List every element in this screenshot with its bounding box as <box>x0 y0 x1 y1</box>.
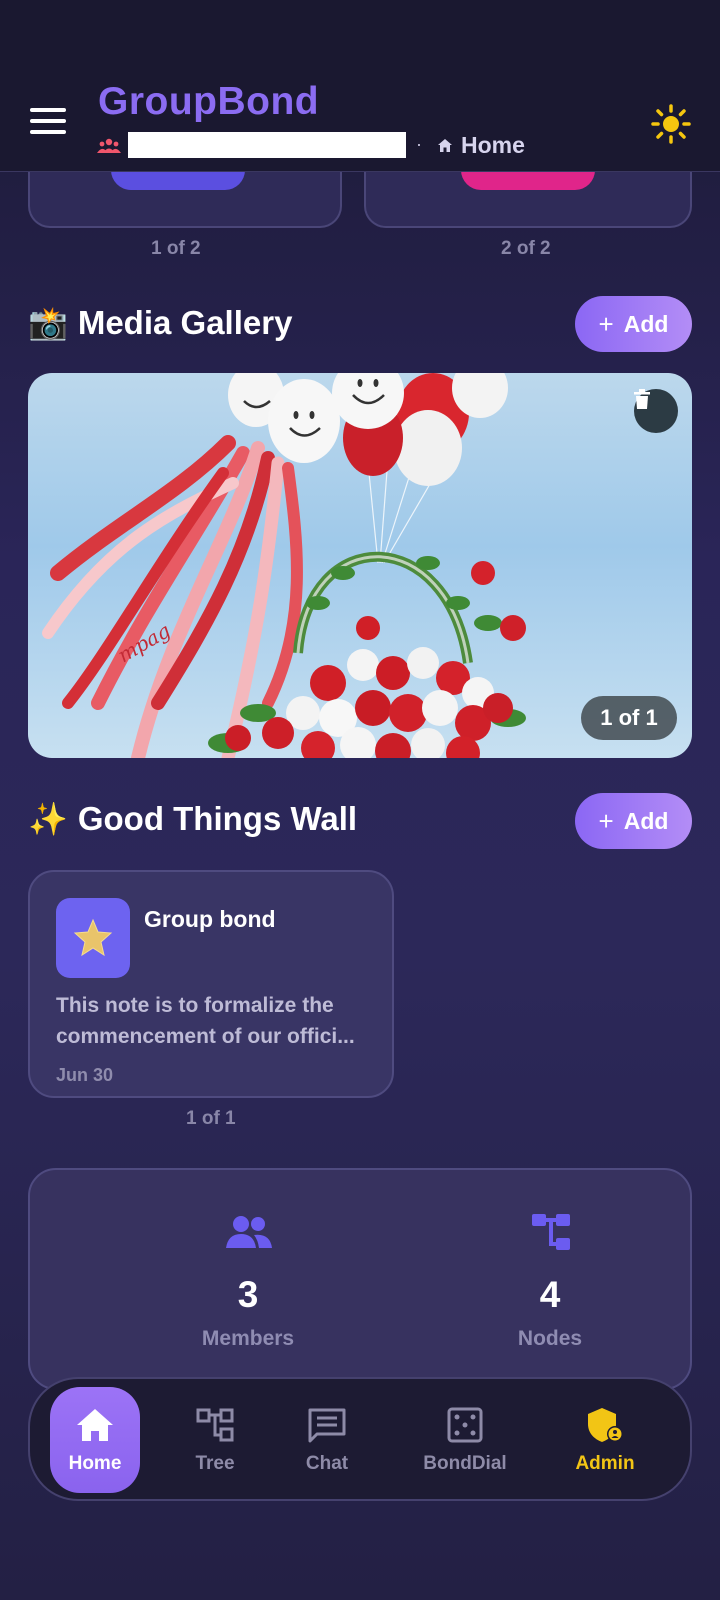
good-thing-date: Jun 30 <box>56 1065 114 1085</box>
group-icon <box>97 138 121 153</box>
delete-media-button[interactable] <box>634 389 678 433</box>
carousel-counter: 1 of 1 <box>186 1108 236 1129</box>
stat-value: 3 <box>237 1274 259 1315</box>
star-icon <box>56 898 130 978</box>
nav-label: Tree <box>195 1453 235 1474</box>
home-icon <box>438 139 452 152</box>
good-thing-text-line: This note is to formalize the <box>56 994 334 1017</box>
nav-label: Chat <box>305 1453 349 1474</box>
good-thing-title: Group bond <box>144 906 276 932</box>
media-image[interactable]: mpag 1 of 1 <box>28 373 692 758</box>
add-label: Add <box>623 807 669 834</box>
media-counter: 1 of 1 <box>581 696 677 740</box>
menu-bar <box>30 108 66 112</box>
app-header: GroupBond · Home <box>0 0 720 172</box>
trash-icon <box>634 389 650 409</box>
camera-icon: 📸 <box>28 305 68 341</box>
carousel-counter: 2 of 2 <box>501 238 551 259</box>
good-thing-card[interactable]: Group bond This note is to formalize the… <box>28 870 394 1098</box>
nav-home[interactable]: Home <box>50 1387 140 1493</box>
carousel-counter: 1 of 2 <box>151 238 201 259</box>
section-title-text: Media Gallery <box>77 304 293 341</box>
breadcrumb-separator: · <box>416 134 422 154</box>
home-icon <box>77 1409 113 1441</box>
group-name-redacted[interactable] <box>128 132 406 158</box>
breadcrumb-current: Home <box>461 132 525 158</box>
menu-bar <box>30 130 66 134</box>
good-thing-text-line: commencement of our offici... <box>56 1025 355 1048</box>
menu-bar <box>30 119 66 123</box>
media-gallery-title: 📸 Media Gallery <box>28 304 292 342</box>
app-title: GroupBond <box>98 80 320 123</box>
nav-tree[interactable]: Tree <box>170 1387 260 1493</box>
stats-card: 3 Members 4 Nodes <box>28 1168 692 1390</box>
admin-shield-icon <box>588 1408 623 1442</box>
plus-icon: + <box>598 308 614 339</box>
menu-button[interactable] <box>30 108 66 136</box>
nav-bonddial[interactable]: BondDial <box>400 1387 530 1493</box>
add-label: Add <box>623 310 669 337</box>
chat-icon <box>308 1408 346 1443</box>
nav-chat[interactable]: Chat <box>282 1387 372 1493</box>
plus-icon: + <box>598 805 614 836</box>
nav-label: BondDial <box>423 1453 507 1474</box>
stat-label: Nodes <box>517 1327 583 1350</box>
people-icon <box>226 1216 272 1248</box>
stat-value: 4 <box>539 1274 561 1315</box>
add-good-thing-button[interactable]: + Add <box>575 793 692 849</box>
tree-icon <box>196 1408 234 1442</box>
add-media-button[interactable]: + Add <box>575 296 692 352</box>
sparkles-icon: ✨ <box>28 801 68 837</box>
good-things-title: ✨ Good Things Wall <box>28 800 357 838</box>
nav-label: Home <box>68 1453 122 1474</box>
sun-icon[interactable] <box>651 104 691 144</box>
bottom-navigation: Home Tree Chat BondDial Admin <box>28 1377 692 1501</box>
stat-label: Members <box>201 1327 295 1350</box>
nav-admin[interactable]: Admin <box>560 1387 650 1493</box>
dice-icon <box>447 1407 483 1443</box>
tree-structure-icon <box>532 1214 570 1250</box>
nav-label: Admin <box>575 1453 635 1474</box>
good-thing-text: This note is to formalize the commenceme… <box>56 990 376 1052</box>
section-title-text: Good Things Wall <box>77 800 358 837</box>
